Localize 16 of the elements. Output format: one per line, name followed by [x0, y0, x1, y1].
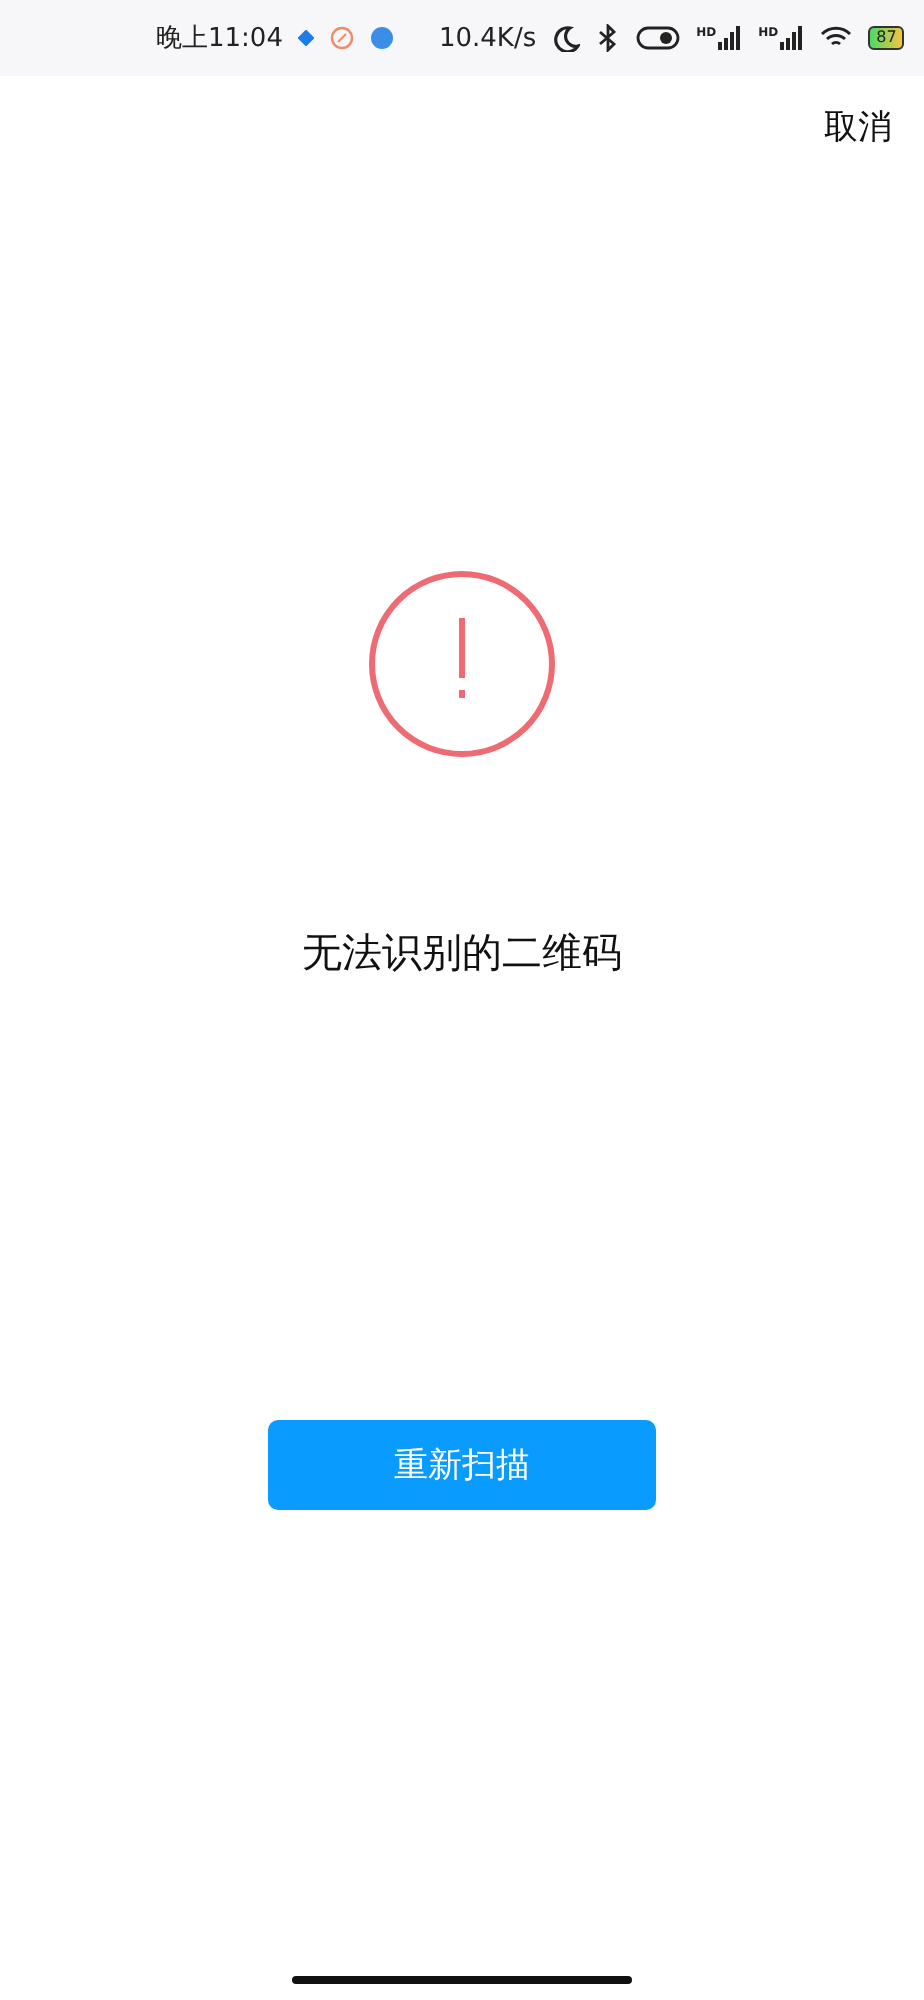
- cancel-button[interactable]: 取消: [824, 104, 892, 150]
- battery-level: 87: [868, 26, 905, 50]
- home-indicator[interactable]: [292, 1976, 632, 1984]
- compass-icon: [330, 26, 355, 50]
- toggle-icon: [636, 26, 681, 50]
- alert-icon: [368, 570, 556, 758]
- signal-icon: [780, 26, 805, 50]
- error-message: 无法识别的二维码: [302, 926, 622, 980]
- status-time: 晚上11:04: [156, 22, 283, 56]
- app-icon: [298, 30, 315, 46]
- wifi-icon: [820, 26, 853, 50]
- signal-icon: [718, 26, 743, 50]
- bluetooth-icon: [596, 24, 621, 52]
- app-icon: [370, 26, 395, 50]
- moon-icon: [552, 24, 581, 52]
- network-speed: 10.4K/s: [438, 23, 537, 53]
